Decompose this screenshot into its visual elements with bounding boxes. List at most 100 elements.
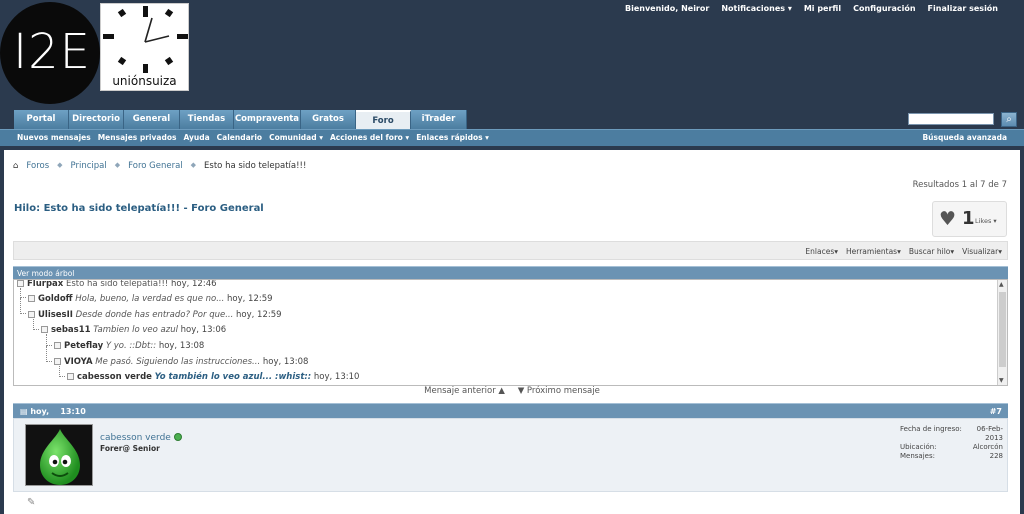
main-nav: Portal Directorio General Tiendas Compra… — [0, 110, 1024, 129]
tree-connector — [20, 288, 26, 298]
tab-portal[interactable]: Portal — [14, 110, 69, 129]
scroll-up-icon[interactable]: ▲ — [999, 281, 1004, 288]
tab-compraventa[interactable]: Compraventa — [234, 110, 301, 129]
post-icon — [54, 358, 61, 365]
info-location: Ubicación: Alcorcón — [900, 443, 1003, 451]
nav-tabs: Portal Directorio General Tiendas Compra… — [14, 110, 467, 129]
search-button[interactable]: ⌕ — [1001, 112, 1017, 127]
search-icon: ⌕ — [1006, 114, 1012, 125]
advanced-search-link[interactable]: Búsqueda avanzada — [922, 133, 1007, 142]
page-title: Hilo: Esto ha sido telepatía!!! - Foro G… — [14, 203, 264, 214]
tree-item[interactable]: Goldoff Hola, bueno, la verdad es que no… — [28, 292, 273, 306]
tree-connector — [20, 298, 26, 314]
user-title: Forer@ Senior — [100, 444, 160, 453]
breadcrumb-foro-general[interactable]: Foro General — [128, 161, 183, 171]
post-number[interactable]: #7 — [990, 404, 1002, 419]
tree-item[interactable]: UlisesII Desde donde has entrado? Por qu… — [28, 308, 282, 322]
thread-title-text: Esto ha sido telepatía!!! - Foro General — [43, 203, 264, 214]
tab-foro[interactable]: Foro — [356, 110, 411, 129]
breadcrumb-separator-icon: ◆ — [190, 161, 197, 169]
tab-itrader[interactable]: iTrader — [411, 110, 467, 129]
sub-nav-items: Nuevos mensajes Mensajes privados Ayuda … — [17, 133, 489, 142]
thread-label: Hilo: — [14, 203, 41, 214]
post-edit-icon: ✎ — [27, 497, 36, 508]
previous-message-link[interactable]: Mensaje anterior ▲ — [424, 386, 505, 396]
post-header: ▤ hoy, 13:10 #7 — [13, 403, 1008, 418]
thread-tools-bar: Enlaces▾ Herramientas▾ Buscar hilo▾ Visu… — [13, 241, 1008, 260]
tree-connector — [33, 319, 39, 330]
heart-icon: ♥ — [939, 208, 957, 230]
tree-item[interactable]: Flurpax Esto ha sido telepatía!!! hoy, 1… — [17, 280, 217, 291]
breadcrumb: ⌂ Foros ◆ Principal ◆ Foro General ◆ Est… — [13, 161, 306, 171]
tree-connector — [46, 334, 52, 346]
settings-link[interactable]: Configuración — [853, 4, 915, 13]
likes-widget[interactable]: ♥ 1 Likes ▾ — [932, 201, 1007, 237]
tab-tiendas[interactable]: Tiendas — [180, 110, 234, 129]
info-join-date: Fecha de ingreso: 06-Feb-2013 — [900, 425, 1003, 442]
tools-tools-menu[interactable]: Herramientas▾ — [846, 247, 901, 256]
tab-directorio[interactable]: Directorio — [69, 110, 124, 129]
brand-name: uniónsuiza — [100, 73, 189, 91]
tree-item[interactable]: cabesson verde Yo también lo veo azul...… — [67, 370, 359, 384]
subnav-forum-actions[interactable]: Acciones del foro ▾ — [330, 133, 409, 142]
subnav-private-messages[interactable]: Mensajes privados — [98, 133, 177, 142]
scroll-down-icon[interactable]: ▼ — [999, 377, 1004, 384]
likes-count: 1 — [962, 208, 975, 229]
user-info: Fecha de ingreso: 06-Feb-2013 Ubicación:… — [900, 425, 1003, 461]
post-icon — [67, 373, 74, 380]
scrollbar-thumb[interactable] — [999, 292, 1006, 367]
tree-scrollbar[interactable]: ▲ ▼ — [997, 280, 1007, 385]
post-username[interactable]: cabesson verde — [100, 433, 182, 443]
post-icon — [17, 280, 24, 287]
post-icon — [54, 342, 61, 349]
notifications-link[interactable]: Notificaciones ▾ — [721, 4, 792, 13]
tree-view-header: Ver modo árbol — [13, 266, 1008, 279]
tree-item[interactable]: Peteflay Y yo. ::Dbt:: hoy, 13:08 — [54, 339, 204, 353]
main-content: ⌂ Foros ◆ Principal ◆ Foro General ◆ Est… — [4, 150, 1020, 514]
thread-tools: Enlaces▾ Herramientas▾ Buscar hilo▾ Visu… — [805, 247, 1002, 256]
online-status-icon — [173, 433, 182, 441]
tab-general[interactable]: General — [124, 110, 180, 129]
info-posts: Mensajes: 228 — [900, 452, 1003, 460]
post-doc-icon: ▤ — [20, 407, 28, 416]
tools-links-menu[interactable]: Enlaces▾ — [805, 247, 838, 256]
tree-connector — [59, 366, 65, 377]
top-links: Bienvenido, Neiror Notificaciones ▾ Mi p… — [625, 4, 998, 13]
message-navigation: Mensaje anterior ▲ ▼ Próximo mensaje — [4, 386, 1020, 396]
tree-view: Flurpax Esto ha sido telepatía!!! hoy, 1… — [13, 279, 1008, 386]
breadcrumb-principal[interactable]: Principal — [71, 161, 107, 171]
search-input[interactable] — [908, 113, 994, 125]
tab-gratos[interactable]: Gratos — [301, 110, 356, 129]
subnav-quick-links[interactable]: Enlaces rápidos ▾ — [416, 133, 489, 142]
tools-display-menu[interactable]: Visualizar▾ — [962, 247, 1002, 256]
tree-item[interactable]: VIOYA Me pasó. Siguiendo las instruccion… — [54, 355, 308, 369]
breadcrumb-current: Esto ha sido telepatía!!! — [204, 161, 307, 171]
post-icon — [28, 311, 35, 318]
post-date: ▤ hoy, 13:10 — [20, 407, 86, 416]
tools-search-thread-menu[interactable]: Buscar hilo▾ — [909, 247, 954, 256]
profile-link[interactable]: Mi perfil — [804, 4, 841, 13]
subnav-community[interactable]: Comunidad ▾ — [269, 133, 323, 142]
logo-text: I2E — [12, 24, 92, 80]
breadcrumb-separator-icon: ◆ — [57, 161, 63, 169]
sub-nav: Nuevos mensajes Mensajes privados Ayuda … — [0, 129, 1024, 146]
post-icon — [41, 326, 48, 333]
post-icon — [28, 295, 35, 302]
site-logo[interactable]: I2E — [0, 2, 100, 104]
site-header: I2E uniónsuiza Bienvenido, Neiror Notifi… — [0, 0, 1024, 110]
subnav-calendar[interactable]: Calendario — [217, 133, 262, 142]
chevron-down-icon: ▾ — [787, 4, 792, 13]
likes-label[interactable]: Likes ▾ — [975, 217, 997, 225]
subnav-new-posts[interactable]: Nuevos mensajes — [17, 133, 91, 142]
avatar[interactable] — [25, 424, 93, 486]
next-message-link[interactable]: ▼ Próximo mensaje — [518, 386, 600, 396]
tree-item[interactable]: sebas11 Tambien lo veo azul hoy, 13:06 — [41, 323, 226, 337]
welcome-user[interactable]: Bienvenido, Neiror — [625, 4, 709, 13]
tree-connector — [46, 346, 52, 362]
results-count: Resultados 1 al 7 de 7 — [912, 180, 1007, 190]
breadcrumb-separator-icon: ◆ — [114, 161, 121, 169]
breadcrumb-foros[interactable]: Foros — [26, 161, 49, 171]
subnav-help[interactable]: Ayuda — [183, 133, 209, 142]
logout-link[interactable]: Finalizar sesión — [928, 4, 998, 13]
home-icon[interactable]: ⌂ — [13, 161, 18, 171]
